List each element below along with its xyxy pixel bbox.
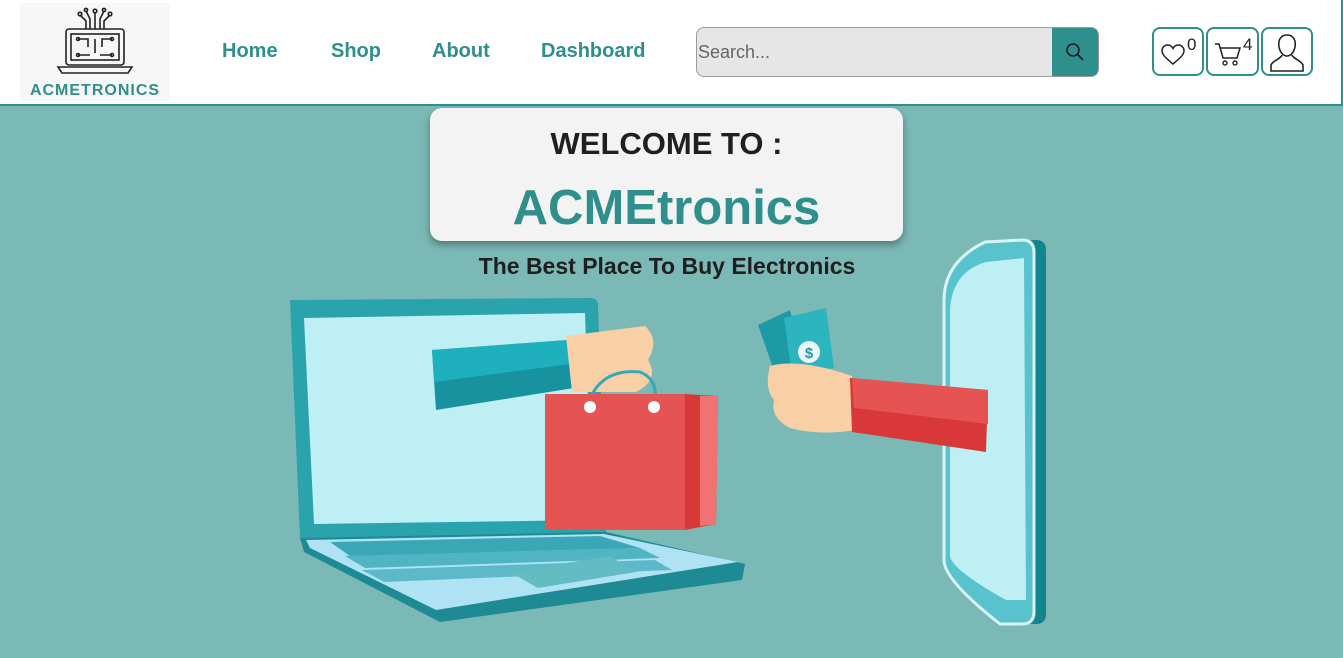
logo[interactable]: ACMETRONICS (20, 3, 170, 101)
cart-button[interactable]: 4 (1206, 27, 1259, 76)
wishlist-count: 0 (1187, 35, 1197, 54)
search-bar (696, 27, 1099, 77)
welcome-heading: WELCOME TO : (550, 126, 783, 161)
welcome-card: WELCOME TO : ACMEtronics (430, 108, 903, 241)
nav-link-about[interactable]: About (432, 40, 490, 63)
nav-link-shop[interactable]: Shop (331, 40, 381, 63)
search-input[interactable] (697, 28, 1053, 76)
account-button[interactable] (1261, 27, 1313, 76)
logo-text: ACMETRONICS (29, 82, 161, 99)
user-icon (1270, 34, 1304, 72)
cart-count: 4 (1243, 35, 1253, 54)
hero-illustration: $ (290, 238, 1046, 626)
search-icon (1066, 43, 1084, 61)
heart-icon (1161, 44, 1185, 65)
svg-text:$: $ (805, 345, 814, 362)
wishlist-button[interactable]: 0 (1152, 27, 1204, 76)
nav-link-dashboard[interactable]: Dashboard (541, 40, 645, 63)
brand-heading: ACMEtronics (512, 181, 821, 235)
search-button[interactable] (1052, 28, 1098, 76)
circuit-laptop-icon (56, 7, 134, 74)
cart-icon (1215, 43, 1242, 66)
nav-link-home[interactable]: Home (222, 40, 278, 63)
navbar: ACMETRONICS Home Shop About Dashboard 0 … (0, 0, 1343, 106)
